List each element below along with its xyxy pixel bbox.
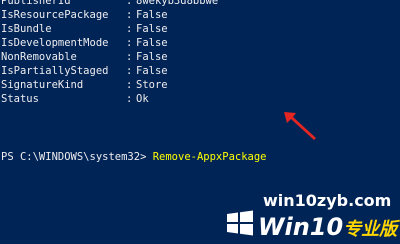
property-separator: : xyxy=(126,0,133,7)
property-name: PublisherId xyxy=(1,0,71,7)
prompt-text: PS C:\WINDOWS\system32> xyxy=(1,151,153,163)
property-value: 8wekyb3d8bbwe xyxy=(136,0,219,7)
property-separator: : xyxy=(126,9,133,21)
property-value: False xyxy=(136,9,168,21)
property-separator: : xyxy=(126,93,133,105)
property-separator: : xyxy=(126,65,133,77)
property-value: Ok xyxy=(136,93,149,105)
property-separator: : xyxy=(126,23,133,35)
property-name: NonRemovable xyxy=(1,51,77,63)
property-value: False xyxy=(136,23,168,35)
command-line[interactable]: PS C:\WINDOWS\system32> Remove-AppxPacka… xyxy=(1,150,267,164)
property-row-nonremovable: NonRemovable: False xyxy=(1,51,168,64)
property-value: False xyxy=(136,51,168,63)
watermark-brand-cn: 专业版官网 xyxy=(343,219,400,240)
red-arrow-icon xyxy=(284,112,316,140)
property-separator: : xyxy=(126,79,133,91)
property-row-signaturekind: SignatureKind: Store xyxy=(1,79,168,92)
property-value: False xyxy=(136,65,168,77)
property-row-publisherid: PublisherId:8wekyb3d8bbwe xyxy=(1,0,218,8)
property-name: IsResourcePackage xyxy=(1,9,109,21)
watermark-url: win10zyb.com xyxy=(263,191,392,210)
property-separator: : xyxy=(126,51,133,63)
powershell-console[interactable]: PublisherId:8wekyb3d8bbwe IsResourcePack… xyxy=(0,0,400,244)
property-name: IsBundle xyxy=(1,23,52,35)
property-name: IsDevelopmentMode xyxy=(1,37,109,49)
property-separator: : xyxy=(126,37,133,49)
watermark-brand: Win10专业版官网 xyxy=(228,213,400,241)
property-name: SignatureKind xyxy=(1,79,84,91)
property-row-isresourcepackage: IsResourcePackage: False xyxy=(1,9,168,22)
property-row-ispartiallystaged: IsPartiallyStaged: False xyxy=(1,65,168,78)
property-value: False xyxy=(136,37,168,49)
property-row-isdevelopmentmode: IsDevelopmentMode: False xyxy=(1,37,168,50)
property-row-status: Status: Ok xyxy=(1,93,149,106)
property-name: IsPartiallyStaged xyxy=(1,65,109,77)
watermark-brand-win10: Win10 xyxy=(258,213,344,241)
property-row-isbundle: IsBundle: False xyxy=(1,23,168,36)
property-name: Status xyxy=(1,93,39,105)
command-text: Remove-AppxPackage xyxy=(152,151,267,163)
property-value: Store xyxy=(136,79,168,91)
